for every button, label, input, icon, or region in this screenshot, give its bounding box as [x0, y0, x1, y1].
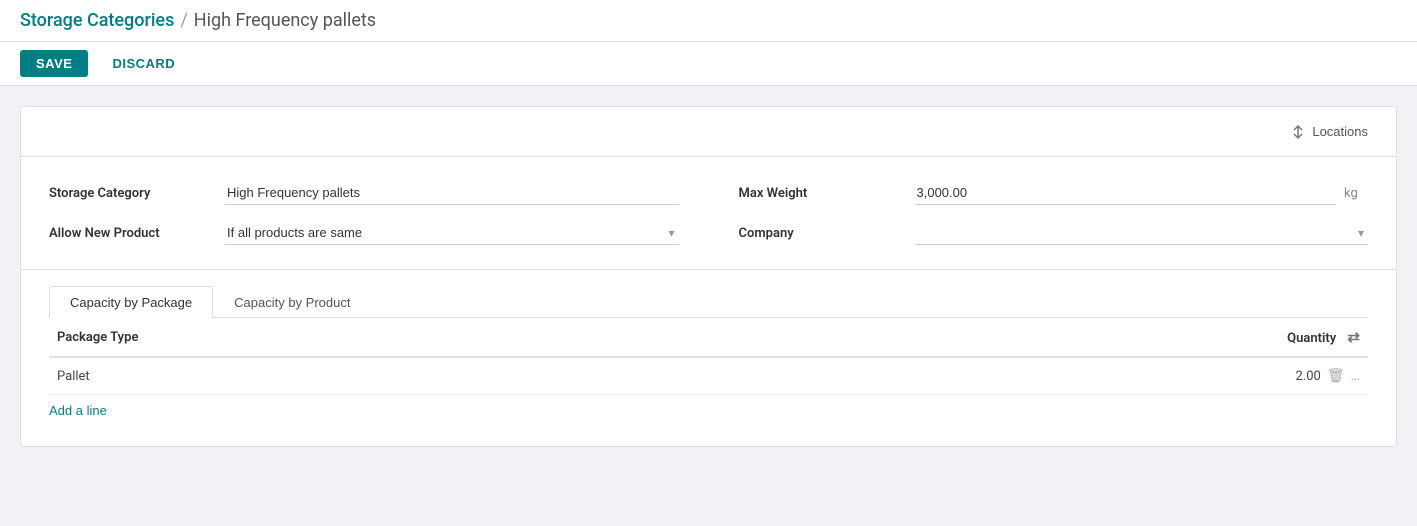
add-line-button[interactable]: Add a line — [49, 395, 107, 426]
tab-capacity-product[interactable]: Capacity by Product — [213, 286, 371, 318]
company-row: Company ▾ — [739, 221, 1369, 245]
company-label: Company — [739, 226, 899, 241]
company-select-wrapper: ▾ — [915, 221, 1369, 245]
action-bar: SAVE DISCARD — [0, 42, 1417, 86]
allow-new-product-label: Allow New Product — [49, 226, 209, 241]
max-weight-row: Max Weight kg — [739, 181, 1369, 205]
storage-category-label: Storage Category — [49, 186, 209, 201]
table-area: Package Type Quantity ⇄ Pallet 2.00 — [21, 318, 1396, 446]
company-select[interactable] — [915, 221, 1369, 245]
data-table: Package Type Quantity ⇄ Pallet 2.00 — [49, 318, 1368, 395]
card-top-bar: Locations — [21, 107, 1396, 157]
locations-button[interactable]: Locations — [1282, 120, 1376, 144]
max-weight-label: Max Weight — [739, 186, 899, 201]
storage-category-row: Storage Category — [49, 181, 679, 205]
table-row: Pallet 2.00 🗑 … — [49, 357, 1368, 395]
row-actions: 2.00 🗑 … — [747, 368, 1360, 384]
discard-button[interactable]: DISCARD — [96, 50, 191, 77]
top-bar: Storage Categories / High Frequency pall… — [0, 0, 1417, 42]
tabs: Capacity by Package Capacity by Product — [49, 286, 1368, 318]
save-button[interactable]: SAVE — [20, 50, 88, 77]
max-weight-value-wrapper: kg — [915, 181, 1369, 205]
form-card: Locations Storage Category Max Weight — [20, 106, 1397, 447]
delete-icon[interactable]: 🗑 — [1327, 368, 1345, 384]
sort-icon — [1290, 124, 1306, 140]
locations-icon — [1290, 124, 1306, 140]
tabs-area: Capacity by Package Capacity by Product — [21, 270, 1396, 318]
form-grid: Storage Category Max Weight kg Allow New… — [49, 181, 1368, 245]
breadcrumb-current: High Frequency pallets — [194, 10, 376, 31]
table-settings-icon[interactable]: ⇄ — [1347, 328, 1360, 346]
breadcrumb: Storage Categories / High Frequency pall… — [20, 10, 376, 31]
col-header-package-type: Package Type — [49, 318, 739, 357]
max-weight-unit: kg — [1344, 186, 1368, 201]
locations-label: Locations — [1312, 124, 1368, 139]
max-weight-input[interactable] — [915, 181, 1337, 205]
col-header-quantity: Quantity ⇄ — [739, 318, 1368, 357]
cell-package-type: Pallet — [49, 357, 739, 395]
more-icon[interactable]: … — [1351, 368, 1360, 384]
allow-new-product-row: Allow New Product If all products are sa… — [49, 221, 679, 245]
form-body: Storage Category Max Weight kg Allow New… — [21, 157, 1396, 270]
allow-new-product-select[interactable]: If all products are same If same product… — [225, 221, 679, 245]
breadcrumb-separator: / — [180, 10, 187, 31]
tab-capacity-package[interactable]: Capacity by Package — [49, 286, 213, 318]
breadcrumb-parent[interactable]: Storage Categories — [20, 10, 174, 31]
storage-category-input[interactable] — [225, 181, 679, 205]
page-content: Locations Storage Category Max Weight — [0, 86, 1417, 467]
storage-category-value — [225, 181, 679, 205]
cell-quantity: 2.00 🗑 … — [739, 357, 1368, 395]
allow-new-product-wrapper: If all products are same If same product… — [225, 221, 679, 245]
